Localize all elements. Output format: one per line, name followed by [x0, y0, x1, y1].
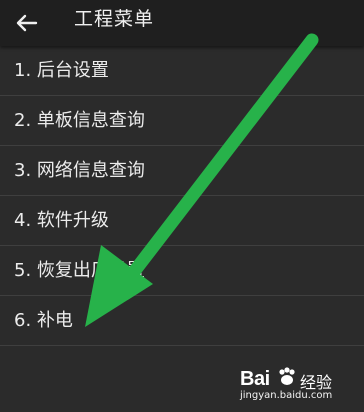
menu-item-network-info[interactable]: 3. 网络信息查询: [0, 146, 364, 196]
engineering-menu-list: 1. 后台设置 2. 单板信息查询 3. 网络信息查询 4. 软件升级 5. 恢…: [0, 46, 364, 346]
back-arrow-icon[interactable]: [10, 6, 44, 40]
paw-icon: [279, 367, 295, 385]
page-title: 工程菜单: [74, 8, 155, 30]
baidu-watermark: Bai 经验 jingyan.baidu.com: [240, 364, 350, 404]
menu-item-battery-recharge[interactable]: 6. 补电: [0, 296, 364, 346]
menu-item-background-settings[interactable]: 1. 后台设置: [0, 46, 364, 96]
menu-item-board-info[interactable]: 2. 单板信息查询: [0, 96, 364, 146]
watermark-logo-text: Bai: [240, 368, 270, 390]
menu-item-factory-reset[interactable]: 5. 恢复出厂设置: [0, 246, 364, 296]
menu-item-software-upgrade[interactable]: 4. 软件升级: [0, 196, 364, 246]
app-bar: 工程菜单: [0, 0, 364, 46]
watermark-url: jingyan.baidu.com: [240, 390, 333, 401]
